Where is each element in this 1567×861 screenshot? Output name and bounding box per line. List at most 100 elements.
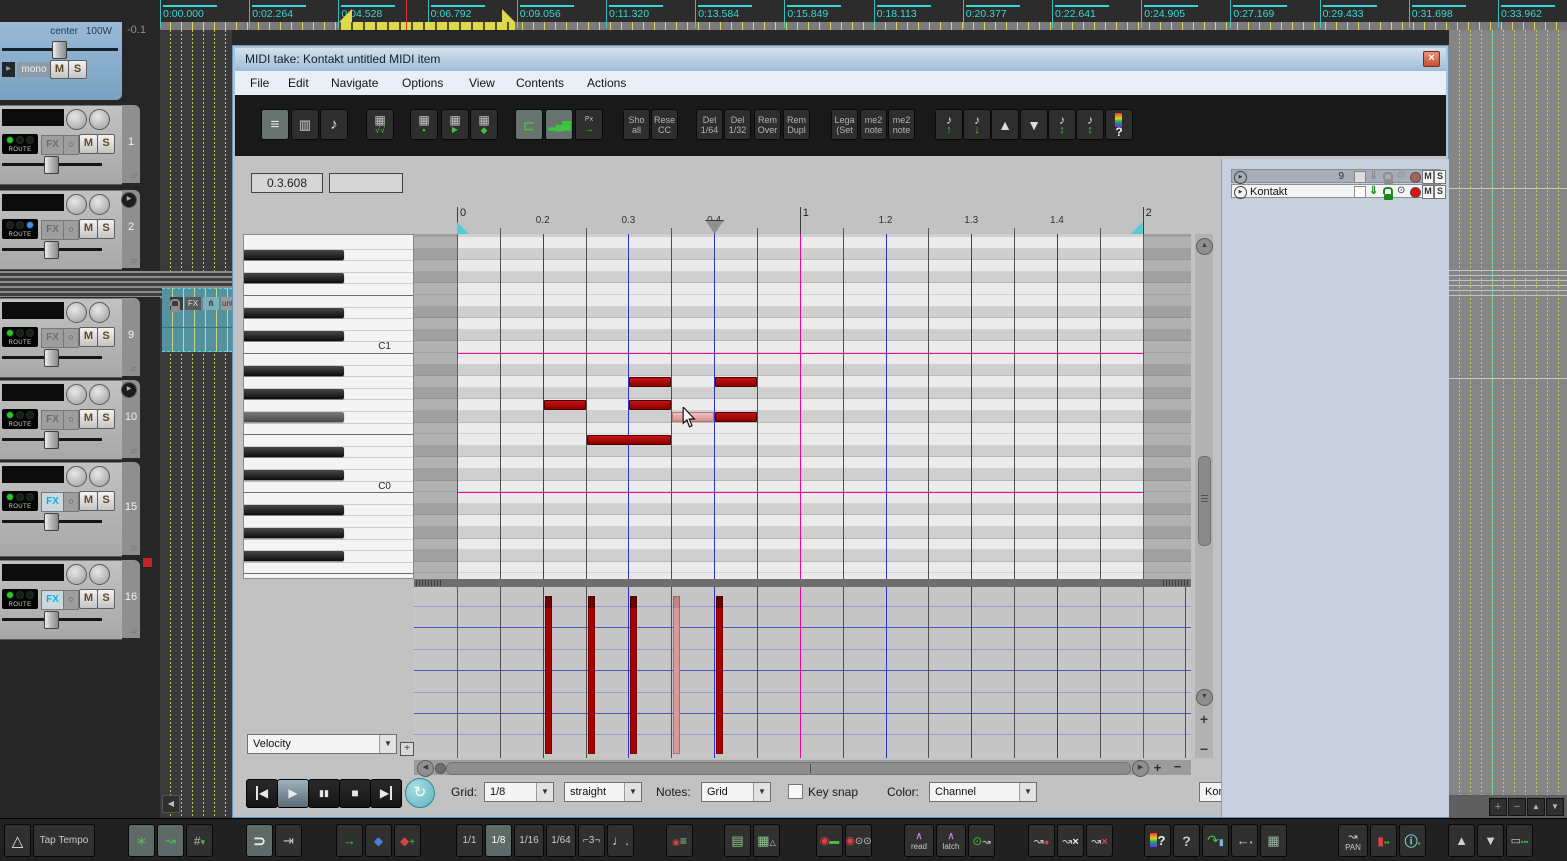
track-panel-1[interactable]: ROUTE FX ○ M S	[0, 105, 122, 185]
row-mute-button[interactable]: M	[1422, 184, 1434, 199]
black-key[interactable]	[244, 330, 344, 341]
time-selection-end-handle[interactable]	[502, 9, 515, 22]
close-button[interactable]: ×	[1423, 51, 1440, 67]
scroll-left-icon[interactable]: ◀	[162, 795, 180, 813]
toolbar-event-filter[interactable]: ▦ √√	[366, 109, 394, 140]
white-key[interactable]	[244, 516, 413, 528]
width-knob[interactable]	[89, 466, 110, 487]
white-key[interactable]	[244, 493, 413, 505]
toolbar-me2-note[interactable]: me2 note	[888, 109, 915, 140]
pan-knob[interactable]	[66, 466, 87, 487]
toolbar-del-1-32[interactable]: Del 1/32	[724, 109, 751, 140]
volume-fader-handle[interactable]	[44, 611, 59, 629]
help-button[interactable]: ?	[1173, 824, 1200, 857]
toolbar-lega-(Set[interactable]: Lega (Set	[831, 109, 858, 140]
master-mono-button[interactable]: mono	[17, 62, 51, 77]
midi-note[interactable]	[715, 377, 757, 388]
solo-button[interactable]: S	[97, 589, 115, 609]
button-1-64[interactable]: 1/64	[546, 824, 576, 857]
split-diamond-button[interactable]: ◆	[365, 824, 392, 857]
toolbar-note-stretch[interactable]: ♪ ↕	[1048, 109, 1076, 140]
toolbar-del-1-64[interactable]: Del 1/64	[696, 109, 723, 140]
menu-navigate[interactable]: Navigate	[327, 71, 382, 95]
toolbar-velocity-tool[interactable]: ▂▄▆	[545, 109, 573, 140]
velocity-bar[interactable]	[587, 596, 595, 754]
row-lock-icon[interactable]	[1383, 185, 1395, 200]
key-snap-checkbox[interactable]	[788, 784, 803, 799]
scrollbar-left-icon[interactable]: ◀	[417, 760, 434, 777]
track-name-field[interactable]	[2, 109, 64, 126]
toolbar-color-help[interactable]: ?	[1105, 109, 1133, 140]
menu-actions[interactable]: Actions	[583, 71, 630, 95]
black-key[interactable]	[244, 446, 344, 457]
black-key[interactable]	[244, 504, 344, 515]
black-key[interactable]	[244, 388, 344, 399]
envelope-delete-button[interactable]: ↝×	[1057, 824, 1084, 857]
solo-button[interactable]: S	[97, 409, 115, 429]
envelope-visibility-button[interactable]: ⊙↝	[968, 824, 995, 857]
scroll-up-icon[interactable]: ▲	[1527, 798, 1545, 816]
width-knob[interactable]	[89, 384, 110, 405]
move-down-button[interactable]: ▼	[1477, 824, 1504, 857]
env-mode-button[interactable]: ∧ read	[904, 824, 934, 857]
repeat-button[interactable]: ↻	[405, 778, 435, 808]
mute-button[interactable]: M	[79, 219, 98, 239]
menu-contents[interactable]: Contents	[512, 71, 568, 95]
vscrollbar-thumb[interactable]	[1198, 456, 1211, 546]
black-key[interactable]	[244, 307, 344, 318]
fx-bypass-icon[interactable]: ○	[63, 410, 79, 430]
toolbar-note-stretch[interactable]: ♪ ↕	[1076, 109, 1104, 140]
black-key[interactable]	[244, 412, 344, 422]
menu-edit[interactable]: Edit	[284, 71, 313, 95]
toolbar-drum-view[interactable]: ▥	[291, 109, 319, 140]
button-tap-tempo[interactable]: Tap Tempo	[33, 824, 95, 857]
track-panel-16[interactable]: ROUTE FX ○ M S	[0, 560, 122, 640]
scrollbar-down-icon[interactable]: ▼	[1196, 689, 1213, 706]
note-grid[interactable]	[414, 234, 1191, 579]
blocks-metronome-button[interactable]: ▦△	[753, 824, 780, 857]
row-record-arm-icon[interactable]	[1410, 186, 1421, 198]
toolbar-cc-lane[interactable]: ⊏	[515, 109, 543, 140]
solo-button[interactable]: S	[97, 491, 115, 511]
white-key[interactable]	[244, 272, 413, 285]
folder-items-button[interactable]: ▭▪▪▪	[1506, 824, 1533, 857]
track-name-field[interactable]	[2, 302, 64, 319]
item-lock-chip[interactable]	[170, 297, 183, 313]
mute-button[interactable]: M	[79, 589, 98, 609]
row-visibility-eye-icon[interactable]: ⊙	[1397, 170, 1409, 183]
row-play-icon[interactable]: ▶	[1234, 185, 1247, 199]
width-knob[interactable]	[89, 194, 110, 215]
row-visibility-eye-icon[interactable]: ⊙	[1397, 185, 1409, 198]
toolbar-piano-roll-view[interactable]: ≡	[261, 109, 289, 140]
vzoom-in-icon[interactable]: +	[1197, 712, 1211, 726]
track-panel-15[interactable]: ROUTE FX ○ M S	[0, 462, 122, 557]
width-knob[interactable]	[89, 109, 110, 130]
horizontal-scrollbar[interactable]: ◀ ▶ + −	[414, 760, 1191, 777]
toolbar-transpose-up[interactable]: ▲	[991, 109, 1019, 140]
fx-bypass-icon[interactable]: ○	[63, 220, 79, 240]
white-key[interactable]	[244, 284, 413, 296]
route-button[interactable]: ROUTE	[2, 409, 38, 429]
zoom-in-icon[interactable]: +	[1151, 761, 1164, 774]
pan-knob[interactable]	[66, 109, 87, 130]
fx-button[interactable]: FX	[41, 220, 64, 240]
toolbar-show-note-diamond[interactable]: ▦ ◆	[470, 109, 498, 140]
route-button[interactable]: ROUTE	[2, 327, 38, 347]
route-button[interactable]: ROUTE	[2, 491, 38, 511]
volume-fader-handle[interactable]	[44, 241, 59, 259]
add-cc-lane-button[interactable]: +	[400, 742, 414, 756]
arrange-timeline-ruler[interactable]: 0:00.000 0:02.264 0:04.528 0:06.792 0:09.056…	[0, 0, 1567, 30]
menu-options[interactable]: Options	[398, 71, 447, 95]
master-volume-fader-handle[interactable]	[52, 41, 67, 59]
pan-envelope-button[interactable]: ↝ PAN	[1338, 824, 1368, 857]
white-key[interactable]	[244, 261, 413, 273]
toolbar-rese-CC[interactable]: Rese CC	[651, 109, 678, 140]
collapsed-tracks[interactable]	[0, 271, 160, 297]
envelope-add-point-button[interactable]: ↝●	[1028, 824, 1055, 857]
master-mute-button[interactable]: M	[50, 60, 69, 79]
cc-lane-selector[interactable]: Velocity ▼	[247, 734, 397, 754]
fx-bypass-icon[interactable]: ○	[63, 135, 79, 155]
layout-blocks-button[interactable]: ▦	[1260, 824, 1287, 857]
white-key[interactable]	[244, 238, 413, 250]
white-key[interactable]	[244, 551, 413, 563]
